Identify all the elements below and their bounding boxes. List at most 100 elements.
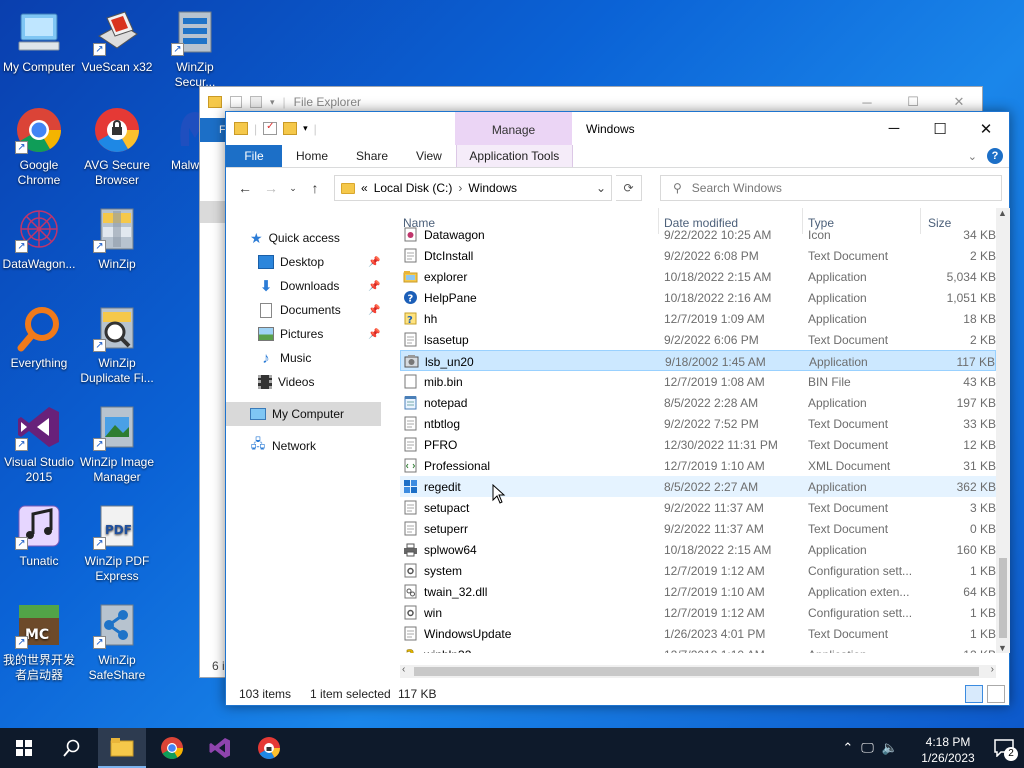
taskbar-avg-browser[interactable] [245, 728, 293, 768]
table-row[interactable]: regedit 8/5/2022 2:27 AM Application 362 KB [400, 476, 996, 497]
table-row[interactable]: ? winhlp32 12/7/2019 1:10 AM Application 12 … [400, 644, 996, 653]
pin-icon[interactable]: 📌 [368, 305, 380, 316]
taskbar-search-button[interactable] [48, 728, 96, 768]
pin-icon[interactable]: 📌 [368, 281, 380, 292]
qat-dropdown-icon[interactable]: ▾ [303, 123, 308, 134]
desktop-icon-winzip[interactable]: ↗ WinZip [78, 205, 156, 272]
table-row[interactable]: setuperr 9/2/2022 11:37 AM Text Document 0 … [400, 518, 996, 539]
desktop-icon-winzip-duplicate[interactable]: ↗ WinZip Duplicate Fi... [78, 304, 156, 386]
taskbar-file-explorer[interactable] [98, 728, 146, 768]
pin-icon[interactable]: 📌 [368, 257, 380, 268]
address-overflow[interactable]: « [361, 181, 368, 195]
qat-dropdown-icon[interactable]: ▾ [270, 97, 275, 108]
back-file-tab[interactable]: F [200, 118, 226, 142]
desktop-icon-avg-browser[interactable]: AVG Secure Browser [78, 106, 156, 188]
breadcrumb-local-disk[interactable]: Local Disk (C:) [374, 181, 453, 195]
scroll-up-icon[interactable]: ▲ [998, 208, 1007, 218]
nav-item-quick-access[interactable]: ★ Quick access [250, 226, 340, 250]
table-row[interactable]: ntbtlog 9/2/2022 7:52 PM Text Document 33 K… [400, 413, 996, 434]
desktop-icon-winzip-secure[interactable]: ↗ WinZip Secur... [156, 8, 234, 90]
new-folder-icon[interactable] [283, 122, 298, 135]
new-folder-icon[interactable] [250, 96, 262, 108]
table-row[interactable]: explorer 10/18/2022 2:15 AM Application 5,0… [400, 266, 996, 287]
taskbar-visual-studio[interactable] [196, 728, 244, 768]
desktop-icon-datawagon[interactable]: ↗ DataWagon... [0, 205, 78, 272]
desktop-icon-minecraft-launcher[interactable]: MC ↗ 我的世界开发者启动器 [0, 601, 78, 683]
desktop-icon-winzip-safeshare[interactable]: ↗ WinZip SafeShare [78, 601, 156, 683]
clock[interactable]: 4:18 PM 1/26/2023 [912, 731, 984, 766]
expand-ribbon-icon[interactable]: ⌄ [968, 150, 977, 163]
scroll-left-icon[interactable]: ‹ [402, 664, 405, 675]
action-center-button[interactable]: 2 [984, 728, 1024, 768]
nav-item-downloads[interactable]: ⬇ Downloads 📌 [258, 274, 384, 298]
table-row[interactable]: mib.bin 12/7/2019 1:08 AM BIN File 43 KB [400, 371, 996, 392]
desktop-icon-tunatic[interactable]: ↗ Tunatic [0, 502, 78, 569]
table-row[interactable]: win 12/7/2019 1:12 AM Configuration sett..… [400, 602, 996, 623]
search-input[interactable] [691, 181, 972, 195]
nav-item-desktop[interactable]: Desktop 📌 [258, 250, 384, 274]
taskbar-chrome[interactable] [148, 728, 196, 768]
table-row[interactable]: lsb_un20 9/18/2002 1:45 AM Application 117 … [400, 350, 996, 371]
table-row[interactable]: setupact 9/2/2022 11:37 AM Text Document 3 … [400, 497, 996, 518]
pin-icon[interactable]: 📌 [368, 329, 380, 340]
table-row[interactable]: splwow64 10/18/2022 2:15 AM Application 160… [400, 539, 996, 560]
desktop-icon-winzip-image-manager[interactable]: ↗ WinZip Image Manager [78, 403, 156, 485]
desktop-icon-vuescan[interactable]: ↗ VueScan x32 [78, 8, 156, 75]
table-row[interactable]: twain_32.dll 12/7/2019 1:10 AM Application… [400, 581, 996, 602]
nav-item-network[interactable]: 🖧 Network [250, 434, 316, 458]
minimize-button[interactable]: ─ [871, 112, 917, 145]
breadcrumb-windows[interactable]: Windows [468, 181, 517, 195]
back-arrow-icon[interactable]: ← [234, 177, 256, 199]
tab-application-tools[interactable]: Application Tools [455, 145, 573, 167]
forward-arrow-icon[interactable]: → [260, 177, 282, 199]
vertical-scrollbar[interactable]: ▲ ▼ [996, 208, 1010, 653]
nav-item-music[interactable]: ♪ Music [258, 346, 311, 370]
properties-icon[interactable] [230, 96, 242, 108]
search-box[interactable]: ⚲ [660, 175, 1002, 201]
desktop-icon-everything[interactable]: Everything [0, 304, 78, 371]
horizontal-scroll-thumb[interactable] [414, 667, 979, 676]
large-icons-view-button[interactable] [987, 685, 1005, 703]
table-row[interactable]: Professional 12/7/2019 1:10 AM XML Documen… [400, 455, 996, 476]
scroll-down-icon[interactable]: ▼ [998, 643, 1007, 653]
desktop-icon-google-chrome[interactable]: ↗ Google Chrome [0, 106, 78, 188]
table-row[interactable]: ? HelpPane 10/18/2022 2:16 AM Application 1,… [400, 287, 996, 308]
nav-item-documents[interactable]: Documents 📌 [258, 298, 384, 322]
refresh-button[interactable]: ⟳ [616, 175, 642, 201]
close-button[interactable]: ✕ [963, 112, 1009, 145]
table-row[interactable]: Datawagon 9/22/2022 10:25 AM Icon 34 KB [400, 224, 996, 245]
nav-item-pictures[interactable]: Pictures 📌 [258, 322, 384, 346]
properties-icon[interactable]: ✓ [263, 121, 278, 135]
table-row[interactable]: DtcInstall 9/2/2022 6:08 PM Text Document 2… [400, 245, 996, 266]
table-row[interactable]: PFRO 12/30/2022 11:31 PM Text Document 12 K… [400, 434, 996, 455]
show-hidden-icons-chevron-icon[interactable]: ⌃ [842, 740, 853, 756]
desktop-icon-winzip-pdf[interactable]: PDF ↗ WinZip PDF Express [78, 502, 156, 584]
help-icon[interactable]: ? [987, 148, 1003, 164]
nav-item-videos[interactable]: Videos [258, 370, 314, 394]
network-status-icon[interactable]: 🖵 [861, 740, 874, 756]
recent-locations-icon[interactable]: ⌄ [286, 177, 300, 199]
table-row[interactable]: ? hh 12/7/2019 1:09 AM Application 18 KB [400, 308, 996, 329]
table-row[interactable]: notepad 8/5/2022 2:28 AM Application 197 KB [400, 392, 996, 413]
table-row[interactable]: WindowsUpdate 1/26/2023 4:01 PM Text Docum… [400, 623, 996, 644]
address-dropdown-icon[interactable]: ⌄ [591, 181, 611, 195]
table-row[interactable]: lsasetup 9/2/2022 6:06 PM Text Document 2 K… [400, 329, 996, 350]
tab-share[interactable]: Share [342, 145, 402, 167]
titlebar[interactable]: | ✓ ▾ | Manage Windows ─ ☐ ✕ [226, 112, 1009, 145]
breadcrumb-separator-icon[interactable]: › [458, 181, 462, 195]
up-arrow-icon[interactable]: ↑ [304, 177, 326, 199]
address-bar[interactable]: « Local Disk (C:) › Windows ⌄ [334, 175, 612, 201]
tab-view[interactable]: View [402, 145, 456, 167]
nav-item-my-computer[interactable]: My Computer [226, 402, 381, 426]
table-row[interactable]: system 12/7/2019 1:12 AM Configuration set… [400, 560, 996, 581]
maximize-button[interactable]: ☐ [917, 112, 963, 145]
desktop-icon-visual-studio[interactable]: ↗ Visual Studio 2015 [0, 403, 78, 485]
tab-file[interactable]: File [226, 145, 282, 167]
horizontal-scrollbar[interactable]: ‹ › [400, 664, 996, 678]
scroll-right-icon[interactable]: › [991, 664, 994, 675]
details-view-button[interactable] [965, 685, 983, 703]
start-button[interactable] [0, 728, 48, 768]
volume-icon[interactable]: 🔈 [882, 740, 898, 756]
file-explorer-window[interactable]: | ✓ ▾ | Manage Windows ─ ☐ ✕ File Home S… [225, 111, 1010, 706]
desktop-icon-my-computer[interactable]: My Computer [0, 8, 78, 75]
